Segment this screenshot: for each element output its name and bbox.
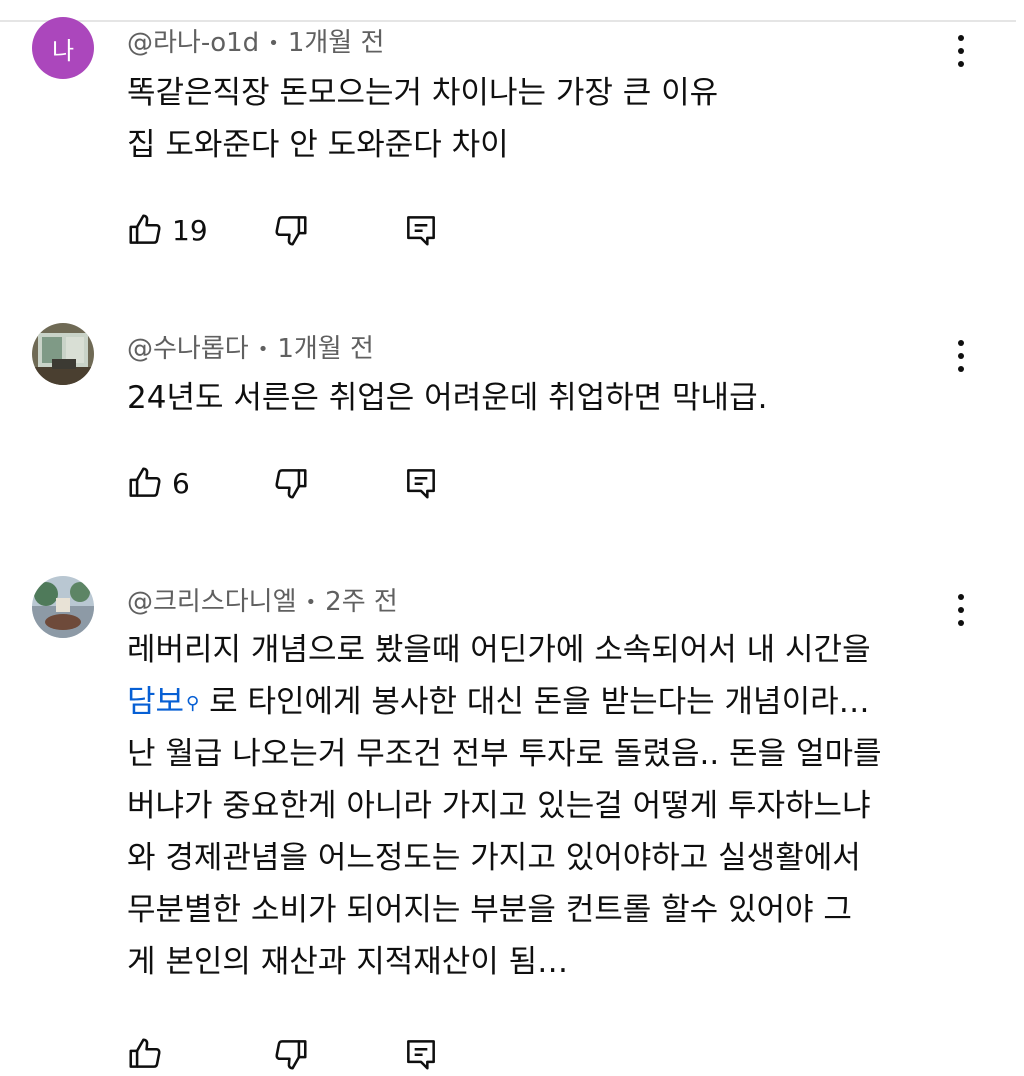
comment-time[interactable]: 1개월 전 — [277, 334, 374, 364]
dislike-button[interactable] — [272, 461, 310, 505]
separator-dot: • — [305, 592, 317, 613]
dislike-button[interactable] — [272, 208, 310, 252]
avatar[interactable] — [32, 323, 94, 385]
avatar[interactable]: 나 — [32, 17, 94, 79]
comment-line: 레버리지 개념으로 봤을때 어딘가에 소속되어서 내 시간을 — [127, 632, 871, 668]
reply-button[interactable] — [402, 1032, 440, 1076]
separator-dot: • — [257, 339, 269, 360]
reply-icon — [407, 216, 435, 246]
comment-meta: @라나-o1d • 1개월 전 — [127, 22, 384, 59]
comment-line: 똑같은직장 돈모으는거 차이나는 가장 큰 이유 — [127, 75, 719, 111]
dislike-icon — [275, 469, 307, 499]
dislike-icon — [275, 216, 307, 246]
search-link-text: 담보 — [127, 684, 185, 720]
comment-line: 로 타인에게 봉사한 대신 돈을 받는다는 개념이라… — [209, 684, 870, 720]
reply-button[interactable] — [402, 461, 440, 505]
comment-text: 똑같은직장 돈모으는거 차이나는 가장 큰 이유 집 도와준다 안 도와준다 차… — [127, 67, 718, 171]
more-vert-icon[interactable] — [948, 336, 974, 376]
comment-author[interactable]: @크리스다니엘 — [127, 587, 297, 617]
reply-icon — [407, 469, 435, 499]
comment-line: 버냐가 중요한게 아니라 가지고 있는걸 어떻게 투자하느냐 — [127, 788, 871, 824]
comment-actions: 6 — [126, 461, 456, 505]
separator-dot: • — [268, 33, 279, 54]
avatar-letter: 나 — [51, 36, 75, 65]
like-icon — [129, 1038, 161, 1068]
comment-text: 레버리지 개념으로 봤을때 어딘가에 소속되어서 내 시간을 담보 ⚲ 로 타인에… — [127, 624, 882, 988]
comment-line: 와 경제관념을 어느정도는 가지고 있어야하고 실생활에서 — [127, 840, 861, 876]
comment-line-with-link: 담보 ⚲ 로 타인에게 봉사한 대신 돈을 받는다는 개념이라… — [127, 676, 882, 728]
comment-actions — [126, 1032, 456, 1076]
like-button[interactable]: 19 — [126, 208, 208, 252]
search-icon: ⚲ — [186, 693, 200, 714]
comment-line: 24년도 서른은 취업은 어려운데 취업하면 막내급. — [127, 380, 768, 416]
reply-button[interactable] — [402, 208, 440, 252]
comment-time[interactable]: 1개월 전 — [288, 28, 385, 58]
avatar[interactable] — [32, 576, 94, 638]
comment-actions: 19 — [126, 208, 456, 252]
comment-meta: @크리스다니엘 • 2주 전 — [127, 581, 398, 618]
like-count: 6 — [172, 466, 190, 500]
like-count: 19 — [172, 213, 208, 247]
like-button[interactable] — [126, 1032, 172, 1076]
comment-line: 무분별한 소비가 되어지는 부분을 컨트롤 할수 있어야 그 — [127, 892, 852, 928]
avatar-image — [32, 323, 94, 385]
comment-line: 난 월급 나오는거 무조건 전부 투자로 돌렸음.. 돈을 얼마를 — [127, 736, 882, 772]
comment-author[interactable]: @라나-o1d — [127, 28, 259, 58]
comment-time[interactable]: 2주 전 — [325, 587, 398, 617]
dislike-button[interactable] — [272, 1032, 310, 1076]
dislike-icon — [275, 1040, 307, 1070]
more-vert-icon[interactable] — [948, 590, 974, 630]
comment-meta: @수나롭다 • 1개월 전 — [127, 328, 374, 365]
comment-line: 게 본인의 재산과 지적재산이 됨… — [127, 944, 569, 980]
avatar-image — [32, 576, 94, 638]
like-icon — [129, 214, 161, 244]
comment-line: 집 도와준다 안 도와준다 차이 — [127, 127, 509, 163]
search-link[interactable]: 담보 ⚲ — [127, 684, 199, 720]
like-button[interactable]: 6 — [126, 461, 190, 505]
reply-icon — [407, 1040, 435, 1070]
like-icon — [129, 467, 161, 497]
comment-text: 24년도 서른은 취업은 어려운데 취업하면 막내급. — [127, 372, 767, 424]
more-vert-icon[interactable] — [948, 31, 974, 71]
comment-author[interactable]: @수나롭다 — [127, 334, 249, 364]
